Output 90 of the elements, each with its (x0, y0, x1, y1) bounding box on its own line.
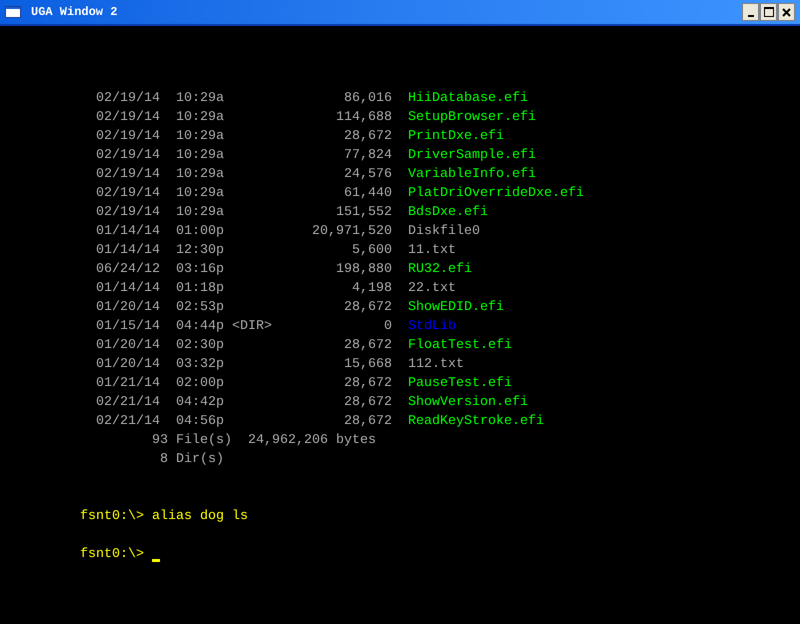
file-name: VariableInfo.efi (408, 166, 536, 184)
file-name: PauseTest.efi (408, 375, 512, 393)
file-size: 5,600 (352, 242, 392, 260)
file-name: FloatTest.efi (408, 337, 512, 355)
file-time: 12:30p (176, 243, 224, 258)
file-size: 20,971,520 (312, 223, 392, 241)
file-name: RU32.efi (408, 261, 472, 279)
file-size: 0 (384, 318, 392, 336)
minimize-icon (748, 15, 754, 17)
file-name: BdsDxe.efi (408, 204, 488, 222)
shell-command: alias dog ls (152, 508, 248, 526)
file-time: 02:00p (176, 376, 224, 391)
file-size: 15,668 (344, 356, 392, 374)
file-name: ShowVersion.efi (408, 394, 528, 412)
file-date: 01/14/14 (96, 281, 160, 296)
file-time: 02:30p (176, 338, 224, 353)
close-icon (782, 8, 791, 16)
file-size: 61,440 (344, 185, 392, 203)
window-icon (5, 6, 21, 18)
file-time: 10:29a (176, 91, 224, 106)
directory-tag: <DIR> (232, 319, 272, 334)
summary-count: 8 (160, 451, 168, 469)
file-date: 01/14/14 (96, 243, 160, 258)
file-size: 4,198 (352, 280, 392, 298)
file-name: PlatDriOverrideDxe.efi (408, 185, 584, 203)
file-time: 10:29a (176, 167, 224, 182)
maximize-icon (764, 7, 774, 17)
file-date: 02/19/14 (96, 129, 160, 144)
file-time: 10:29a (176, 186, 224, 201)
file-date: 02/19/14 (96, 110, 160, 125)
file-time: 02:53p (176, 300, 224, 315)
shell-prompt: fsnt0:\> (80, 508, 144, 526)
minimize-button[interactable] (742, 3, 759, 21)
file-size: 28,672 (344, 337, 392, 355)
file-name: 22.txt (408, 280, 456, 298)
file-date: 02/19/14 (96, 148, 160, 163)
file-time: 03:32p (176, 357, 224, 372)
maximize-button[interactable] (760, 3, 777, 21)
file-name: 112.txt (408, 356, 464, 374)
file-size: 77,824 (344, 147, 392, 165)
file-date: 02/21/14 (96, 395, 160, 410)
file-name: 11.txt (408, 242, 456, 260)
file-date: 01/21/14 (96, 376, 160, 391)
file-name: Diskfile0 (408, 223, 480, 241)
file-size: 28,672 (344, 128, 392, 146)
file-size: 198,880 (336, 261, 392, 279)
file-date: 01/15/14 (96, 319, 160, 334)
file-time: 10:29a (176, 110, 224, 125)
file-name: SetupBrowser.efi (408, 109, 536, 127)
file-name: StdLib (408, 318, 456, 336)
file-date: 02/19/14 (96, 91, 160, 106)
file-time: 10:29a (176, 148, 224, 163)
summary-count: 93 (152, 432, 168, 450)
summary-bytes: 24,962,206 (248, 432, 328, 450)
summary-label: File(s) (176, 433, 232, 448)
window-title: UGA Window 2 (31, 4, 118, 21)
file-name: ReadKeyStroke.efi (408, 413, 544, 431)
file-date: 02/19/14 (96, 167, 160, 182)
file-name: HiiDatabase.efi (408, 90, 528, 108)
file-date: 02/21/14 (96, 414, 160, 429)
file-size: 151,552 (336, 204, 392, 222)
file-size: 24,576 (344, 166, 392, 184)
summary-label: Dir(s) (176, 452, 224, 467)
summary-unit: bytes (336, 432, 376, 450)
file-time: 03:16p (176, 262, 224, 277)
file-date: 01/20/14 (96, 300, 160, 315)
file-size: 28,672 (344, 375, 392, 393)
file-name: DriverSample.efi (408, 147, 536, 165)
file-date: 01/14/14 (96, 224, 160, 239)
shell-prompt: fsnt0:\> (80, 546, 144, 564)
file-size: 86,016 (344, 90, 392, 108)
file-time: 04:42p (176, 395, 224, 410)
file-date: 02/19/14 (96, 186, 160, 201)
file-name: PrintDxe.efi (408, 128, 504, 146)
file-size: 28,672 (344, 413, 392, 431)
file-time: 04:56p (176, 414, 224, 429)
file-time: 10:29a (176, 129, 224, 144)
file-date: 06/24/12 (96, 262, 160, 277)
file-size: 28,672 (344, 299, 392, 317)
file-time: 04:44p (176, 319, 224, 334)
file-date: 02/19/14 (96, 205, 160, 220)
file-date: 01/20/14 (96, 357, 160, 372)
file-time: 10:29a (176, 205, 224, 220)
file-name: ShowEDID.efi (408, 299, 504, 317)
close-button[interactable] (778, 3, 795, 21)
file-date: 01/20/14 (96, 338, 160, 353)
file-size: 114,688 (336, 109, 392, 127)
file-size: 28,672 (344, 394, 392, 412)
file-time: 01:18p (176, 281, 224, 296)
file-time: 01:00p (176, 224, 224, 239)
